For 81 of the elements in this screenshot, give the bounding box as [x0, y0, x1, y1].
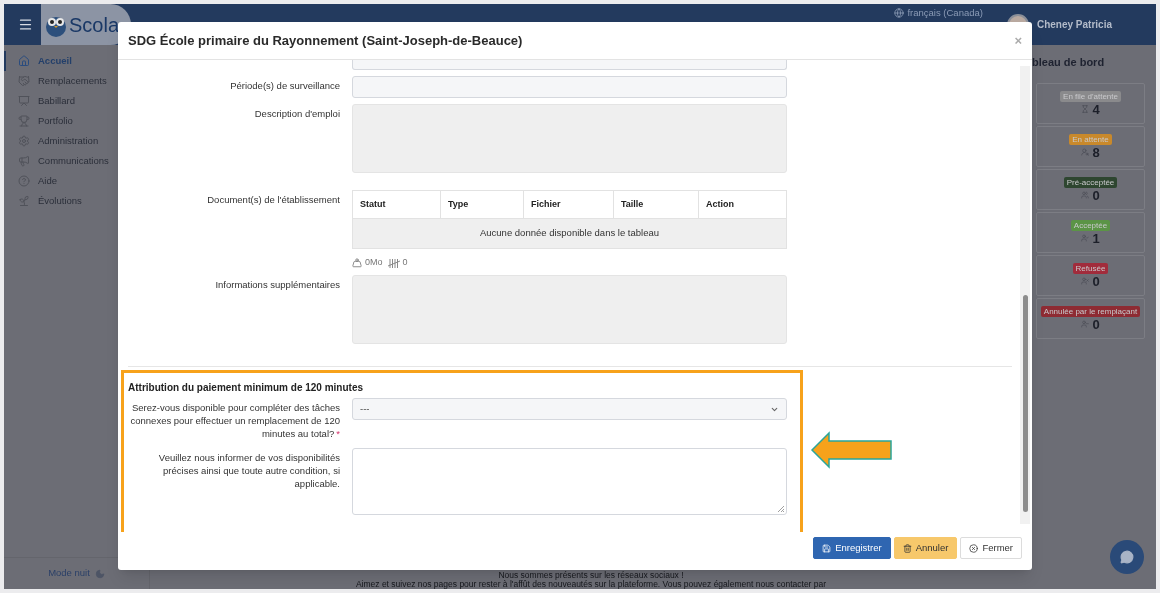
user-check-icon [1081, 234, 1090, 242]
save-icon [822, 543, 832, 553]
sidebar-item[interactable]: Administration [4, 131, 149, 151]
trophy-icon [18, 115, 30, 127]
language-selector[interactable]: français (Canada) [907, 7, 983, 18]
megaphone-icon [18, 155, 30, 167]
brand-name: Scola [69, 14, 120, 35]
users-icon [1081, 191, 1090, 199]
status-card[interactable]: En attente 8 [1036, 125, 1145, 167]
chat-icon [1120, 550, 1134, 564]
presentation-icon [18, 95, 30, 107]
status-count: 0 [1092, 317, 1100, 331]
user-x-icon [1081, 277, 1090, 285]
status-card[interactable]: Refusée 0 [1036, 254, 1145, 296]
total-size: 0Mo [365, 256, 383, 270]
sidebar-item[interactable]: Aide [4, 171, 149, 191]
field-label: Période(s) de surveillance [229, 79, 340, 93]
input-field[interactable] [352, 60, 787, 70]
moon-icon[interactable] [94, 568, 105, 579]
handshake-icon [18, 75, 30, 87]
empty-table-message: Aucune donnée disponible dans le tableau [479, 226, 660, 241]
gear-icon [18, 135, 30, 147]
question-icon [18, 175, 30, 187]
status-badge: Refusée [1072, 262, 1109, 274]
scrollbar[interactable] [1020, 66, 1030, 524]
column-header[interactable]: Fichier [524, 191, 614, 218]
status-card[interactable]: Pré-acceptée 0 [1036, 168, 1145, 210]
field-label: Description d'emploi [253, 107, 340, 121]
close-button[interactable]: Fermer [960, 537, 1022, 559]
user-search-icon [1081, 148, 1090, 156]
sidebar-item[interactable]: Évolutions [4, 191, 149, 211]
text-area[interactable] [352, 104, 787, 173]
user-minus-icon [1081, 320, 1090, 328]
menu-icon[interactable] [18, 17, 33, 32]
cancel-button[interactable]: Annuler [893, 537, 958, 559]
globe-icon[interactable] [894, 7, 905, 18]
field-label: Veuillez nous informer de vos disponibilités précises ainsi que toute autre condition, si applicable. [157, 451, 340, 491]
tally-icon [387, 258, 400, 268]
status-count: 0 [1092, 274, 1100, 288]
sprout-icon [18, 195, 30, 207]
sidebar-item[interactable]: Babillard [4, 91, 149, 111]
status-badge: Pré-acceptée [1063, 176, 1118, 188]
status-count: 4 [1092, 102, 1100, 116]
column-header[interactable]: Statut [353, 191, 441, 218]
column-header[interactable]: Type [441, 191, 524, 218]
status-badge: En attente [1069, 133, 1112, 145]
required-mark: * [336, 428, 340, 439]
close-button[interactable]: × [1014, 30, 1022, 51]
resize-grip-icon[interactable] [777, 505, 785, 513]
dashboard-title: bleau de bord [1032, 55, 1106, 70]
home-icon [18, 55, 30, 67]
status-badge: Annulée par le remplaçant [1040, 305, 1141, 317]
file-count: 0 [402, 256, 408, 270]
weight-icon [352, 258, 362, 268]
status-count: 8 [1092, 145, 1100, 159]
modal-title: SDG École primaire du Rayonnement (Saint-Joseph-de-Beauce) [128, 31, 524, 50]
sidebar-item[interactable]: Communications [4, 151, 149, 171]
save-button[interactable]: Enregistrer [813, 537, 891, 559]
field-label: Informations supplémentaires [214, 278, 340, 292]
field-label: Document(s) de l'établissement [206, 193, 340, 207]
status-card[interactable]: Annulée par le remplaçant 0 [1036, 297, 1145, 339]
column-header[interactable]: Taille [614, 191, 699, 218]
status-badge: Acceptée [1070, 219, 1111, 231]
footer-text: Nous sommes présents sur les réseaux sociaux ! [498, 571, 684, 580]
close-circle-icon [969, 543, 979, 553]
hourglass-icon [1081, 105, 1090, 113]
status-card[interactable]: Acceptée 1 [1036, 211, 1145, 253]
section-title: Attribution du paiement minimum de 120 minutes [128, 381, 365, 395]
sidebar-item[interactable]: Portfolio [4, 111, 149, 131]
text-area[interactable] [352, 275, 787, 344]
status-count: 0 [1092, 188, 1100, 202]
user-name[interactable]: Cheney Patricia [1036, 17, 1112, 32]
sidebar-item[interactable]: Remplacements [4, 71, 149, 91]
field-label: Serez-vous disponible pour compléter des tâches connexes pour effectuer un remplacement de 120 minutes au total? * [129, 401, 340, 440]
input-field[interactable] [352, 76, 787, 98]
select-field[interactable]: --- [352, 398, 787, 420]
column-header[interactable]: Action [699, 191, 786, 218]
trash-icon [902, 543, 912, 553]
text-area[interactable] [352, 448, 787, 515]
status-count: 1 [1092, 231, 1100, 245]
footer-text: Aimez et suivez nos pages pour rester à l'affût des nouveautés sur la plateforme. Vous pouvez également nous contacter par [355, 580, 827, 589]
